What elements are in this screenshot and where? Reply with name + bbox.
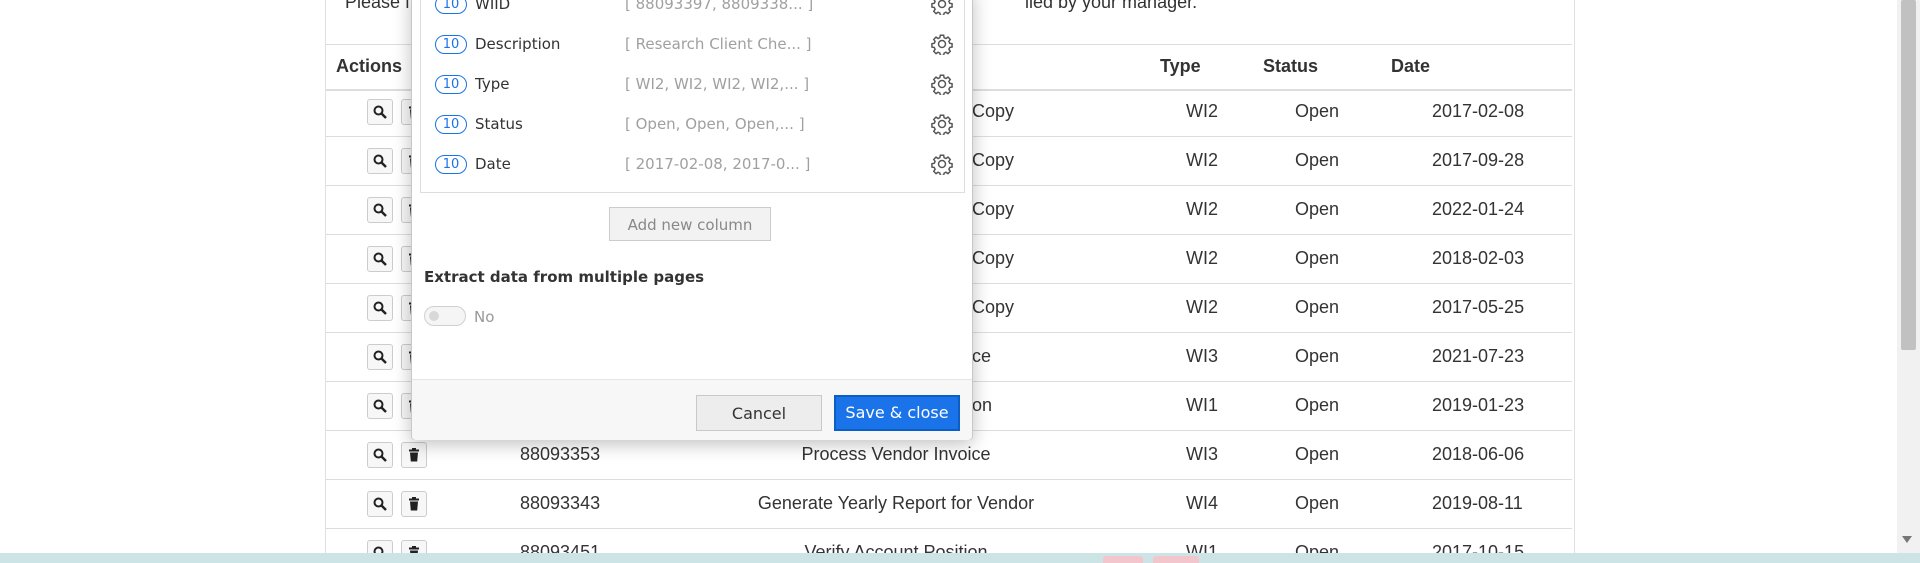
cell-description: Generate Yearly Report for Vendor xyxy=(757,493,1035,513)
gear-icon[interactable] xyxy=(931,33,953,59)
cell-status: Open xyxy=(1295,297,1340,317)
multiple-pages-toggle-label: No xyxy=(474,308,495,326)
column-preview: [ 2017-02-08, 2017-0... ] xyxy=(625,155,811,173)
cell-description: Copy xyxy=(972,248,1015,268)
column-preview: [ Research Client Che... ] xyxy=(625,35,812,53)
header-type[interactable]: Type xyxy=(1160,56,1201,77)
search-button[interactable] xyxy=(367,246,393,272)
cell-type: WI2 xyxy=(1186,297,1219,317)
column-item: 10 Date [ 2017-02-08, 2017-0... ] xyxy=(421,145,964,185)
search-button[interactable] xyxy=(367,393,393,419)
cancel-button[interactable]: Cancel xyxy=(696,395,822,431)
column-preview: [ Open, Open, Open,... ] xyxy=(625,115,805,133)
cell-date: 2019-01-23 xyxy=(1432,395,1525,415)
column-item: 10 Type [ WI2, WI2, WI2, WI2,... ] xyxy=(421,65,964,105)
column-item: 10 WIID [ 88093397, 8809338... ] xyxy=(421,0,964,25)
cell-status: Open xyxy=(1295,395,1340,415)
cell-description: Process Vendor Invoice xyxy=(801,444,991,464)
cell-status: Open xyxy=(1295,101,1340,121)
bottom-bar xyxy=(0,553,1920,563)
extract-multiple-pages-title: Extract data from multiple pages xyxy=(424,268,705,286)
cell-date: 2017-05-25 xyxy=(1432,297,1525,317)
header-actions: Actions xyxy=(336,56,403,76)
scroll-down-arrow-icon[interactable] xyxy=(1902,536,1912,543)
bottom-chip xyxy=(1153,556,1199,563)
gear-icon[interactable] xyxy=(931,153,953,179)
cell-type: WI3 xyxy=(1186,444,1219,464)
cell-date: 2017-02-08 xyxy=(1432,101,1525,121)
table-row: 88093343 Generate Yearly Report for Vendo… xyxy=(326,480,1572,529)
search-button[interactable] xyxy=(367,99,393,125)
cell-type: WI2 xyxy=(1186,248,1219,268)
column-preview: [ WI2, WI2, WI2, WI2,... ] xyxy=(625,75,810,93)
gear-icon[interactable] xyxy=(931,113,953,139)
search-button[interactable] xyxy=(367,197,393,223)
gear-icon[interactable] xyxy=(931,73,953,99)
cell-type: WI2 xyxy=(1186,101,1219,121)
cell-type: WI1 xyxy=(1186,395,1219,415)
cell-description: on xyxy=(972,395,993,415)
cell-date: 2019-08-11 xyxy=(1432,493,1523,513)
cell-date: 2017-09-28 xyxy=(1432,150,1525,170)
count-badge: 10 xyxy=(435,115,467,134)
header-status[interactable]: Status xyxy=(1263,56,1318,77)
delete-button[interactable] xyxy=(401,491,427,517)
extract-columns-dialog: 10 WIID [ 88093397, 8809338... ] 10 Descript… xyxy=(411,0,973,440)
count-badge: 10 xyxy=(435,155,467,174)
cell-description: ce xyxy=(972,346,992,366)
cell-status: Open xyxy=(1295,199,1340,219)
gear-icon[interactable] xyxy=(931,0,953,19)
cell-type: WI3 xyxy=(1186,346,1219,366)
search-button[interactable] xyxy=(367,491,393,517)
scrollbar-thumb[interactable] xyxy=(1901,0,1916,350)
column-name: Status xyxy=(475,115,523,133)
cell-date: 2018-02-03 xyxy=(1432,248,1525,268)
header-date[interactable]: Date xyxy=(1391,56,1430,77)
cell-status: Open xyxy=(1295,444,1340,464)
bottom-chip xyxy=(1103,556,1143,563)
dialog-footer: Cancel Save & close xyxy=(412,379,972,440)
cell-date: 2018-06-06 xyxy=(1432,444,1525,464)
app-root: Please fi lied by your manager. Actions … xyxy=(0,0,1920,563)
search-button[interactable] xyxy=(367,344,393,370)
cell-description: Copy xyxy=(972,101,1015,121)
column-item: 10 Status [ Open, Open, Open,... ] xyxy=(421,105,964,145)
multiple-pages-toggle[interactable] xyxy=(424,306,466,326)
instruction-text: Please fi lied by your manager. xyxy=(345,0,1197,13)
count-badge: 10 xyxy=(435,75,467,94)
instruction-left: Please fi xyxy=(345,0,415,12)
cell-type: WI2 xyxy=(1186,150,1219,170)
cell-description: Copy xyxy=(972,297,1015,317)
cell-wiid: 88093343 xyxy=(520,493,601,513)
count-badge: 10 xyxy=(435,0,467,14)
column-name: Description xyxy=(475,35,561,53)
cell-status: Open xyxy=(1295,248,1340,268)
cell-description: Copy xyxy=(972,199,1015,219)
column-name: WIID xyxy=(475,0,511,13)
instruction-right: lied by your manager. xyxy=(1025,0,1198,12)
count-badge: 10 xyxy=(435,35,467,54)
search-button[interactable] xyxy=(367,295,393,321)
delete-button[interactable] xyxy=(401,442,427,468)
search-button[interactable] xyxy=(367,442,393,468)
column-name: Type xyxy=(475,75,510,93)
cell-date: 2021-07-23 xyxy=(1432,346,1525,366)
column-item: 10 Description [ Research Client Che... ] xyxy=(421,25,964,65)
cell-status: Open xyxy=(1295,150,1340,170)
cell-description: Copy xyxy=(972,150,1015,170)
add-new-column-button[interactable]: Add new column xyxy=(609,207,771,241)
cell-type: WI4 xyxy=(1186,493,1219,513)
cell-date: 2022-01-24 xyxy=(1432,199,1525,219)
cell-type: WI2 xyxy=(1186,199,1219,219)
cell-status: Open xyxy=(1295,493,1340,513)
cell-status: Open xyxy=(1295,346,1340,366)
column-preview: [ 88093397, 8809338... ] xyxy=(625,0,814,13)
save-and-close-button[interactable]: Save & close xyxy=(834,395,960,431)
search-button[interactable] xyxy=(367,148,393,174)
column-name: Date xyxy=(475,155,511,173)
column-list: 10 WIID [ 88093397, 8809338... ] 10 Descript… xyxy=(420,0,965,193)
cell-wiid: 88093353 xyxy=(520,444,601,464)
